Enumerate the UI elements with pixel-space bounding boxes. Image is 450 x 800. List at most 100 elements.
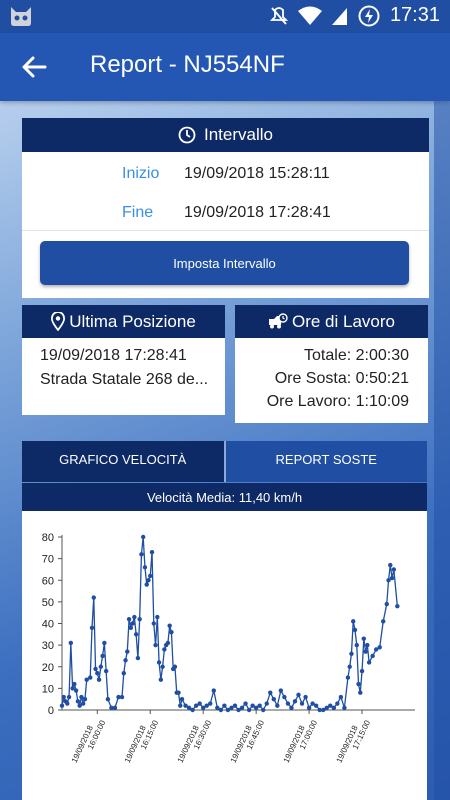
- speed-data-point: [299, 701, 305, 706]
- speed-data-point: [139, 552, 144, 557]
- speed-data-point: [222, 703, 227, 708]
- speed-data-point: [370, 653, 375, 659]
- speed-data-point: [366, 660, 372, 665]
- speed-data-point: [359, 668, 365, 674]
- interval-card: Intervallo Inizio 19/09/2018 15:28:11 Fi…: [22, 118, 429, 298]
- speed-data-point: [243, 701, 248, 706]
- speed-data-point: [72, 681, 77, 687]
- speed-data-point: [100, 653, 105, 659]
- speed-data-point: [338, 694, 344, 700]
- speed-data-point: [178, 703, 183, 708]
- tab-stops-report[interactable]: REPORT SOSTE: [223, 441, 427, 482]
- speed-data-point: [352, 627, 358, 633]
- battery-charging-icon: [358, 5, 380, 26]
- speed-data-point: [59, 703, 65, 708]
- interval-title: Intervallo: [204, 125, 273, 144]
- y-tick-label: 30: [42, 640, 54, 652]
- speed-data-point: [282, 694, 287, 700]
- speed-data-point: [65, 701, 70, 706]
- speed-data-point: [208, 701, 213, 706]
- speed-data-point: [292, 699, 298, 704]
- speed-data-point: [165, 640, 171, 646]
- x-tick-label: 19/09/201816:30:00: [176, 715, 214, 768]
- speed-data-point: [91, 595, 96, 600]
- speed-data-point: [93, 666, 98, 672]
- end-value[interactable]: 19/09/2018 17:28:41: [184, 204, 331, 222]
- status-bar: 17:31: [0, 0, 450, 33]
- x-tick-label: 19/09/201817:15:00: [335, 715, 373, 768]
- speed-data-point: [98, 664, 104, 669]
- speed-data-point: [275, 703, 280, 708]
- speed-data-point: [119, 694, 125, 700]
- speed-data-point: [347, 664, 352, 669]
- speed-data-point: [68, 640, 74, 646]
- divider: [22, 230, 429, 231]
- speed-data-point: [313, 703, 319, 708]
- speed-data-point: [137, 616, 142, 622]
- last-position-card: Ultima Posizione 19/09/2018 17:28:41 Str…: [22, 305, 225, 415]
- speed-data-point: [144, 582, 149, 587]
- x-tick-label: 19/09/201817:00:00: [282, 715, 320, 768]
- speed-data-point: [89, 625, 95, 631]
- speed-data-point: [306, 705, 312, 711]
- interval-header: Intervallo: [22, 118, 429, 152]
- speed-data-point: [103, 668, 109, 674]
- speed-data-point: [179, 696, 185, 702]
- set-interval-button[interactable]: Imposta Intervallo: [40, 241, 409, 285]
- speed-data-point: [102, 640, 107, 646]
- background-edge: [434, 101, 450, 800]
- clock-icon: [178, 126, 196, 144]
- speed-data-point: [82, 696, 88, 702]
- speed-data-point: [389, 575, 395, 581]
- speed-data-point: [354, 642, 359, 648]
- speed-data-point: [358, 690, 363, 695]
- speed-data-point: [156, 660, 162, 665]
- y-tick-label: 10: [42, 683, 54, 695]
- speed-data-point: [61, 694, 66, 700]
- speed-data-point: [356, 681, 361, 687]
- speed-data-point: [105, 696, 111, 702]
- arrow-left-icon[interactable]: [20, 53, 48, 81]
- speed-data-point: [149, 549, 155, 555]
- speed-data-point: [211, 688, 216, 693]
- mute-icon: [269, 6, 288, 25]
- work-hours-card: Ore di Lavoro Totale: 2:00:30 Ore Sosta:…: [235, 305, 428, 423]
- speed-chart-card: 0 10 20 30 40 50 60 70 80 19/09/201816:00:00 19/09…: [22, 511, 427, 800]
- speed-data-point: [96, 677, 102, 682]
- speed-data-point: [349, 651, 354, 656]
- speed-data-point: [73, 688, 79, 693]
- speed-data-point: [169, 629, 174, 635]
- speed-data-point: [133, 632, 139, 637]
- speed-data-point: [303, 694, 308, 700]
- speed-data-point: [176, 690, 181, 695]
- truck-clock-icon: [269, 313, 288, 329]
- speed-data-point: [246, 707, 252, 713]
- wifi-icon: [297, 6, 322, 25]
- speed-data-point: [132, 614, 137, 620]
- speed-data-point: [153, 642, 158, 648]
- speed-data-point: [160, 664, 165, 669]
- start-value[interactable]: 19/09/2018 15:28:11: [184, 165, 330, 183]
- app-bar: Report - NJ554NF: [0, 33, 450, 101]
- speed-data-point: [361, 636, 367, 641]
- speed-data-point: [218, 707, 224, 713]
- android-cat-icon: [11, 7, 31, 26]
- speed-data-point: [345, 675, 351, 680]
- speed-data-point: [142, 565, 148, 570]
- page-title: Report - NJ554NF: [90, 51, 285, 78]
- speed-data-point: [123, 658, 128, 663]
- speed-data-point: [80, 701, 86, 706]
- tab-speed-chart[interactable]: GRAFICO VELOCITÀ: [22, 441, 224, 482]
- speed-data-point: [342, 705, 347, 711]
- average-speed-banner: Velocità Media: 11,40 km/h: [22, 483, 427, 511]
- end-label: Fine: [122, 204, 154, 221]
- status-time: 17:31: [389, 4, 440, 26]
- speed-data-point: [363, 649, 368, 654]
- speed-chart[interactable]: 0 10 20 30 40 50 60 70 80 19/09/201816:00:00 19/09…: [22, 511, 427, 800]
- y-tick-label: 60: [42, 575, 54, 587]
- y-tick-label: 20: [42, 662, 54, 674]
- speed-data-point: [155, 614, 160, 620]
- report-tabs: GRAFICO VELOCITÀ REPORT SOSTE: [22, 441, 427, 482]
- speed-data-point: [135, 655, 141, 661]
- y-tick-label: 50: [42, 597, 54, 609]
